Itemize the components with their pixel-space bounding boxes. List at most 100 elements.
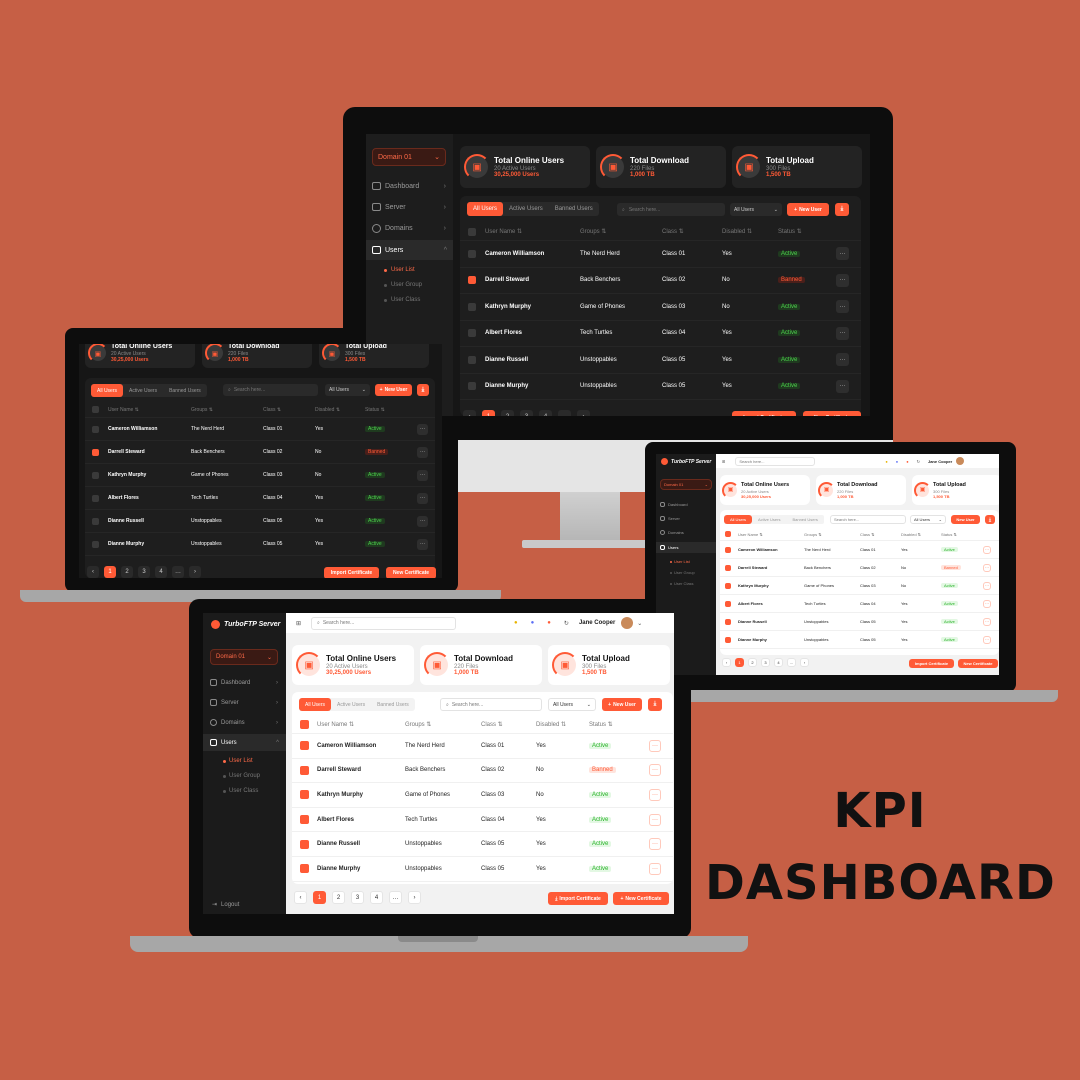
import-certificate-button[interactable]: Import Certificate — [324, 567, 379, 578]
clock-icon[interactable]: ● — [896, 459, 898, 464]
nav-user-class[interactable]: User Class — [384, 297, 420, 303]
row-checkbox[interactable] — [92, 494, 99, 502]
user-name[interactable]: Kathryn Murphy — [108, 472, 146, 478]
more-options-button[interactable]: ··· — [649, 788, 661, 801]
column-header[interactable]: Class ⇅ — [263, 407, 281, 413]
column-header[interactable]: User Name ⇅ — [108, 407, 139, 413]
domain-dropdown[interactable]: Domain 01 ⌄ — [372, 148, 446, 166]
more-options-button[interactable]: ··· — [983, 617, 991, 626]
user-name[interactable]: Darrell Steward — [485, 277, 529, 283]
row-checkbox[interactable] — [300, 741, 309, 751]
select-all-checkbox[interactable] — [92, 406, 99, 413]
page-button[interactable]: … — [389, 891, 402, 904]
tab-all-users[interactable]: All Users — [724, 515, 753, 524]
row-checkbox[interactable] — [300, 815, 309, 825]
row-checkbox[interactable] — [300, 864, 309, 874]
user-name[interactable]: Dianne Russell — [738, 619, 767, 624]
clock-icon[interactable]: ● — [531, 620, 535, 626]
more-options-button[interactable]: ··· — [417, 492, 428, 504]
more-options-button[interactable]: ··· — [836, 300, 849, 314]
nav-domains[interactable]: Domains › — [372, 222, 446, 234]
column-header[interactable]: User Name ⇅ — [738, 532, 763, 537]
nav-dashboard[interactable]: Dashboard › — [372, 180, 446, 192]
user-name[interactable]: Dianne Russell — [485, 357, 528, 363]
nav-server[interactable]: Server › — [210, 697, 278, 708]
new-certificate-button[interactable]: New Certificate — [958, 659, 998, 668]
more-options-button[interactable]: ··· — [649, 862, 661, 875]
new-user-button[interactable]: + New User — [375, 384, 412, 396]
more-options-button[interactable]: ··· — [417, 446, 428, 458]
notification-icon[interactable]: ● — [885, 459, 887, 464]
user-name[interactable]: Darrell Steward — [738, 565, 767, 570]
logout-button[interactable]: ⇥ Logout — [212, 901, 239, 909]
user-name[interactable]: Darrell Steward — [317, 767, 361, 773]
column-header[interactable]: Status ⇅ — [778, 228, 802, 235]
row-checkbox[interactable] — [300, 765, 309, 775]
column-header[interactable]: Class ⇅ — [481, 721, 503, 728]
page-button[interactable]: 1 — [482, 410, 495, 416]
more-options-button[interactable]: ··· — [649, 764, 661, 777]
user-name[interactable]: Darrell Steward — [108, 449, 145, 455]
column-header[interactable]: Status ⇅ — [365, 407, 385, 413]
page-button[interactable]: 4 — [155, 566, 167, 578]
more-options-button[interactable]: ··· — [836, 326, 849, 340]
nav-user-class[interactable]: User Class — [670, 581, 694, 586]
column-header[interactable]: Disabled ⇅ — [315, 407, 340, 413]
nav-user-list[interactable]: User List — [670, 559, 690, 564]
page-button[interactable]: 4 — [774, 658, 783, 667]
nav-server[interactable]: Server › — [372, 201, 446, 213]
page-button[interactable]: 3 — [520, 410, 533, 416]
filter-select[interactable]: All Users ⌄ — [548, 698, 596, 711]
page-button[interactable]: … — [558, 410, 571, 416]
more-options-button[interactable]: ··· — [417, 515, 428, 527]
import-certificate-button[interactable]: Import Certificate — [732, 411, 796, 416]
more-options-button[interactable]: ··· — [836, 273, 849, 287]
page-button[interactable]: 2 — [121, 566, 133, 578]
user-name[interactable]: Dianne Murphy — [738, 637, 767, 642]
filter-select[interactable]: All Users ⌄ — [730, 203, 782, 216]
page-button[interactable]: 3 — [761, 658, 770, 667]
more-options-button[interactable]: ··· — [417, 469, 428, 481]
tab-all-users[interactable]: All Users — [467, 202, 504, 216]
user-name[interactable]: Albert Flores — [485, 330, 522, 336]
column-header[interactable]: Status ⇅ — [589, 721, 613, 728]
tab-active-users[interactable]: Active Users — [331, 698, 371, 711]
row-checkbox[interactable] — [92, 425, 99, 433]
nav-domains[interactable]: Domains › — [210, 717, 278, 728]
row-checkbox[interactable] — [725, 582, 731, 589]
page-button[interactable]: 2 — [332, 891, 345, 904]
search-input[interactable]: ⌕ Search here... — [617, 203, 725, 216]
new-certificate-button[interactable]: New Certificate — [803, 411, 861, 416]
page-button[interactable]: 3 — [138, 566, 150, 578]
tab-active-users[interactable]: Active Users — [752, 515, 786, 524]
user-name[interactable]: Kathryn Murphy — [317, 792, 363, 798]
row-checkbox[interactable] — [468, 302, 476, 311]
more-options-button[interactable]: ··· — [836, 353, 849, 367]
row-checkbox[interactable] — [468, 355, 476, 364]
alert-icon[interactable]: ● — [906, 459, 908, 464]
nav-user-group[interactable]: User Group — [670, 570, 695, 575]
download-button[interactable]: ⤓ — [835, 203, 849, 216]
nav-dashboard[interactable]: Dashboard › — [210, 677, 278, 688]
column-header[interactable]: User Name ⇅ — [485, 228, 522, 235]
user-name[interactable]: Dianne Murphy — [108, 541, 144, 547]
column-header[interactable]: User Name ⇅ — [317, 721, 354, 728]
page-button[interactable]: 2 — [501, 410, 514, 416]
download-button[interactable]: ⤓ — [417, 384, 429, 396]
prev-page-button[interactable]: ‹ — [463, 410, 476, 416]
avatar[interactable] — [621, 617, 634, 629]
tab-all-users[interactable]: All Users — [91, 384, 124, 397]
row-checkbox[interactable] — [92, 540, 99, 548]
page-button[interactable]: … — [172, 566, 184, 578]
row-checkbox[interactable] — [92, 517, 99, 525]
domain-dropdown[interactable]: Domain 01 ⌄ — [210, 649, 278, 665]
next-page-button[interactable]: › — [800, 658, 809, 667]
nav-users[interactable]: Users — [656, 542, 716, 553]
user-name[interactable]: Dianne Murphy — [317, 866, 360, 872]
more-options-button[interactable]: ··· — [836, 379, 849, 393]
row-checkbox[interactable] — [92, 471, 99, 479]
page-button[interactable]: 1 — [735, 658, 744, 667]
more-options-button[interactable]: ··· — [983, 545, 991, 554]
import-certificate-button[interactable]: Import Certificate — [909, 659, 954, 668]
user-name[interactable]: Cameron Williamson — [738, 547, 778, 552]
